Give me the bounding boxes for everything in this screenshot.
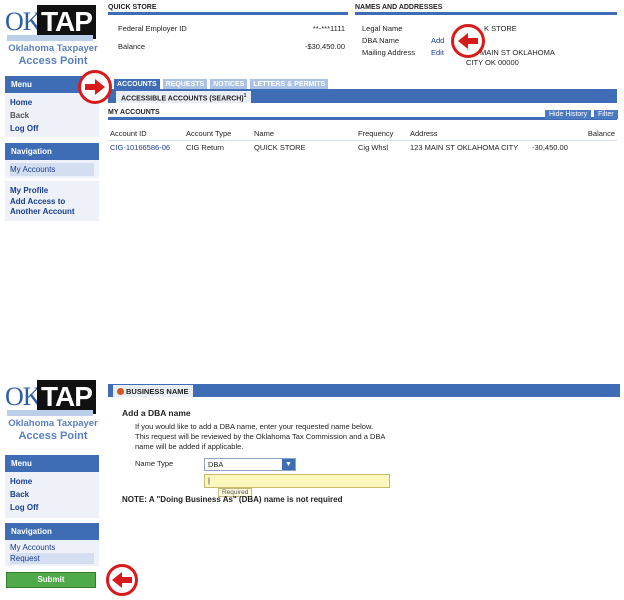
names-addresses-title: NAMES AND ADDRESSES — [355, 4, 617, 15]
menu-header: Menu — [5, 455, 99, 472]
name-type-label: Name Type — [135, 459, 174, 468]
logo-line2: Access Point — [18, 430, 88, 442]
dba-name-label: DBA Name — [362, 36, 400, 45]
sidebar-item-my-profile[interactable]: My Profile — [10, 184, 94, 197]
sidebar-navigation: Navigation My Accounts — [5, 143, 99, 178]
balance-label: Balance — [118, 42, 146, 51]
col-balance[interactable]: Balance — [530, 127, 617, 141]
otap-logo-bottom: OK TAP Oklahoma Taxpayer Access Point — [3, 380, 103, 448]
sidebar-menu-bottom: Menu Home Back Log Off — [5, 455, 99, 518]
cell-frequency: Cig Whsl — [358, 143, 389, 152]
logo-ok-text: OK — [5, 7, 42, 36]
sidebar-navigation-bottom: Navigation My Accounts Request — [5, 523, 99, 566]
col-frequency[interactable]: Frequency — [356, 127, 408, 141]
chevron-down-icon[interactable]: ▼ — [282, 459, 295, 470]
balance-value: -$30,450.00 — [304, 42, 345, 51]
navigation-header: Navigation — [5, 143, 99, 160]
logo-line2: Access Point — [18, 55, 88, 67]
sidebar-item-back[interactable]: Back — [10, 109, 94, 122]
form-description: If you would like to add a DBA name, ent… — [135, 422, 385, 451]
logo-line1: Oklahoma Taxpayer — [8, 43, 98, 54]
otap-logo: OK TAP Oklahoma Taxpayer Access Point — [3, 5, 103, 73]
arrow-marker-submit-icon — [106, 564, 138, 596]
logo-ok-text: OK — [5, 382, 42, 411]
mailing-edit-link[interactable]: Edit — [431, 48, 444, 57]
dba-note: NOTE: A "Doing Business As" (DBA) name i… — [122, 495, 343, 504]
sidebar-item-back[interactable]: Back — [10, 488, 94, 501]
tab-accessible-accounts[interactable]: ACCESSIBLE ACCOUNTS (SEARCH)1 — [116, 91, 252, 103]
tab-business-name[interactable]: BUSINESS NAME — [113, 385, 193, 397]
col-address[interactable]: Address — [408, 127, 530, 141]
name-type-select[interactable]: DBA ▼ — [204, 458, 296, 471]
cell-account-type: CIG Return — [186, 143, 224, 152]
mailing-address-line2: CITY OK 00000 — [466, 58, 519, 67]
oklahoma-shape-icon — [7, 35, 93, 41]
my-accounts-title: MY ACCOUNTS — [108, 109, 160, 116]
business-name-label: BUSINESS NAME — [126, 386, 189, 396]
quick-store-title: QUICK STORE — [108, 4, 348, 15]
col-account-id[interactable]: Account ID — [108, 127, 184, 141]
oklahoma-shape-icon — [7, 410, 93, 416]
table-row: CIG-10166586-06 CIG Return QUICK STORE C… — [108, 141, 617, 155]
form-title: Add a DBA name — [122, 408, 191, 418]
sub-tab-sup: 1 — [243, 93, 247, 99]
arrow-marker-dba-icon — [451, 24, 485, 58]
sidebar-item-add-access[interactable]: Add Access to Another Account — [10, 197, 94, 217]
logo-line1: Oklahoma Taxpayer — [8, 418, 98, 429]
sidebar-item-my-accounts[interactable]: My Accounts — [10, 542, 94, 553]
business-name-icon — [117, 387, 124, 395]
fein-value: **-***1111 — [312, 24, 345, 33]
sidebar-item-logoff[interactable]: Log Off — [10, 122, 94, 135]
cell-address: 123 MAIN ST OKLAHOMA CITY — [410, 143, 519, 152]
col-account-type[interactable]: Account Type — [184, 127, 252, 141]
sidebar-item-my-accounts[interactable]: My Accounts — [10, 163, 94, 176]
dba-name-input[interactable]: | — [204, 474, 390, 488]
mailing-address-line1: MAIN ST OKLAHOMA — [480, 48, 555, 57]
fein-label: Federal Employer ID — [118, 24, 187, 33]
arrow-marker-tabs-icon — [78, 70, 112, 104]
logo-tap-text: TAP — [37, 380, 96, 414]
submit-button[interactable]: Submit — [6, 572, 96, 588]
legal-name-value: K STORE — [484, 24, 517, 33]
navigation-header: Navigation — [5, 523, 99, 540]
mailing-address-label: Mailing Address — [362, 48, 415, 57]
cell-name: QUICK STORE — [254, 143, 306, 152]
name-type-value: DBA — [208, 460, 224, 469]
sidebar-item-logoff[interactable]: Log Off — [10, 501, 94, 514]
legal-name-label: Legal Name — [362, 24, 403, 33]
dba-add-link[interactable]: Add — [431, 36, 444, 45]
accounts-table: Account ID Account Type Name Frequency A… — [108, 127, 617, 154]
sidebar-item-request[interactable]: Request — [10, 553, 94, 564]
hide-history-button[interactable]: Hide History — [545, 110, 592, 119]
filter-button[interactable]: Filter — [594, 110, 618, 119]
sidebar-item-home[interactable]: Home — [10, 475, 94, 488]
sub-tab-label: ACCESSIBLE ACCOUNTS (SEARCH) — [121, 95, 244, 103]
cell-account-id[interactable]: CIG-10166586-06 — [108, 141, 184, 155]
sidebar-profile-links: My Profile Add Access to Another Account — [5, 181, 99, 221]
my-accounts-bar — [108, 108, 617, 120]
logo-tap-text: TAP — [37, 5, 96, 39]
cell-balance: -30,450.00 — [532, 143, 568, 152]
col-name[interactable]: Name — [252, 127, 356, 141]
